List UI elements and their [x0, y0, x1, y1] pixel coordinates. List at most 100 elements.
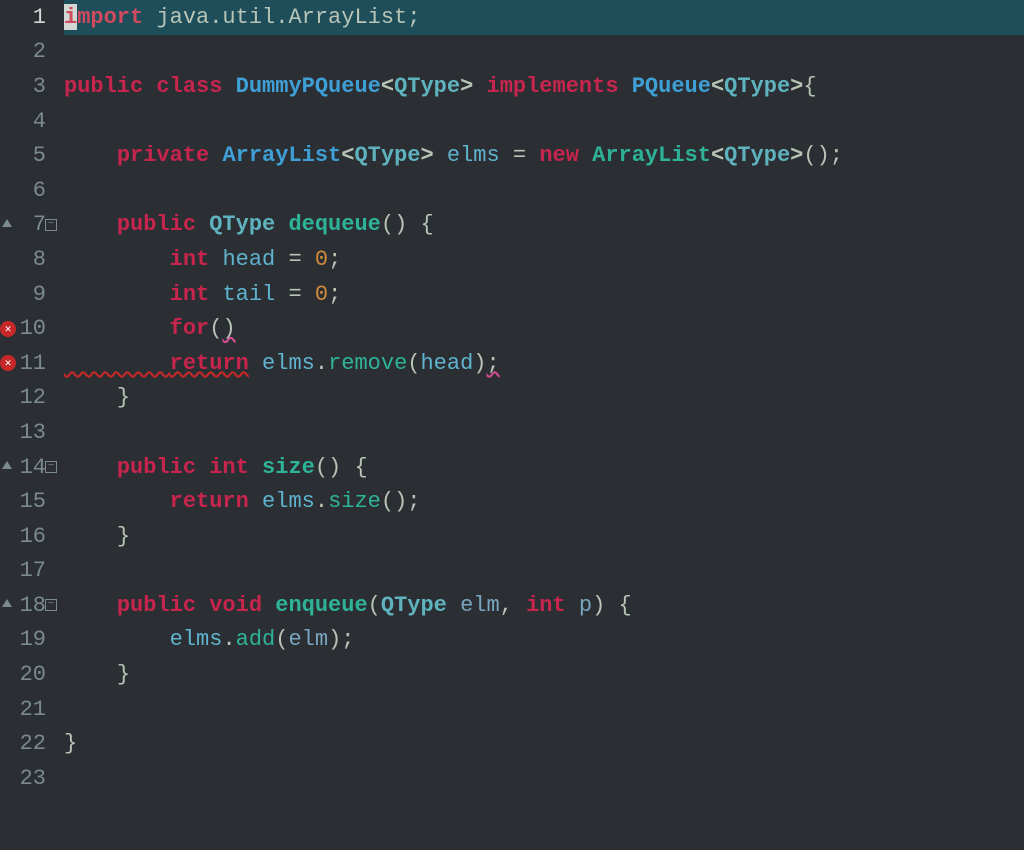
code-token: >	[790, 74, 803, 99]
code-token: ,	[500, 593, 526, 618]
code-line[interactable]: public void enqueue(QType elm, int p) {	[64, 588, 1024, 623]
code-line[interactable]: public int size() {	[64, 450, 1024, 485]
code-line[interactable]: }	[64, 726, 1024, 761]
code-token: private	[117, 143, 209, 168]
code-token	[579, 143, 592, 168]
code-area[interactable]: import java.util.ArrayList; public class …	[54, 0, 1024, 850]
code-token: <	[711, 143, 724, 168]
code-line[interactable]: int head = 0;	[64, 242, 1024, 277]
code-line[interactable]: int tail = 0;	[64, 277, 1024, 312]
code-token: ();	[803, 143, 843, 168]
code-token: elm	[288, 627, 328, 652]
code-token: QType	[381, 593, 447, 618]
code-token: elms	[170, 627, 223, 652]
code-token: QType	[209, 212, 275, 237]
line-number: 18−	[0, 588, 54, 623]
code-token	[275, 212, 288, 237]
code-line[interactable]: }	[64, 381, 1024, 416]
line-number: 6	[0, 173, 54, 208]
code-token: .	[315, 489, 328, 514]
code-token: new	[539, 143, 579, 168]
code-token: add	[236, 627, 276, 652]
code-line[interactable]	[64, 35, 1024, 70]
code-line[interactable]	[64, 173, 1024, 208]
code-token: int	[209, 455, 249, 480]
override-icon[interactable]	[2, 461, 12, 469]
code-line[interactable]: public QType dequeue() {	[64, 208, 1024, 243]
fold-icon[interactable]: −	[45, 599, 57, 611]
code-token	[249, 455, 262, 480]
code-token	[64, 385, 117, 410]
line-number: 15	[0, 484, 54, 519]
code-line[interactable]: for()	[64, 311, 1024, 346]
code-token: elms	[447, 143, 500, 168]
code-token: 0	[315, 247, 328, 272]
code-line[interactable]	[64, 554, 1024, 589]
code-line[interactable]	[64, 761, 1024, 796]
code-token: p	[579, 593, 592, 618]
code-line[interactable]	[64, 104, 1024, 139]
code-token: 0	[315, 282, 328, 307]
override-icon[interactable]	[2, 219, 12, 227]
code-token: implements	[487, 74, 619, 99]
code-token	[447, 593, 460, 618]
code-line[interactable]	[64, 415, 1024, 450]
code-token: >	[790, 143, 803, 168]
line-number: 16	[0, 519, 54, 554]
code-line[interactable]: }	[64, 657, 1024, 692]
code-token	[64, 593, 117, 618]
code-token: int	[526, 593, 566, 618]
code-token: public	[117, 455, 196, 480]
code-token: ();	[381, 489, 421, 514]
line-number: 11✕	[0, 346, 54, 381]
code-token: );	[328, 627, 354, 652]
code-token	[196, 212, 209, 237]
code-line[interactable]: import java.util.ArrayList;	[64, 0, 1024, 35]
line-number: 1	[0, 0, 54, 35]
code-line[interactable]: public class DummyPQueue<QType> implemen…	[64, 69, 1024, 104]
code-token: DummyPQueue	[236, 74, 381, 99]
code-token: return	[170, 489, 249, 514]
line-number: 5	[0, 138, 54, 173]
code-token: enqueue	[275, 593, 367, 618]
code-token: remove	[328, 351, 407, 376]
code-token: () {	[315, 455, 368, 480]
code-line[interactable]	[64, 692, 1024, 727]
code-token: (	[407, 351, 420, 376]
code-token: QType	[724, 143, 790, 168]
line-number: 13	[0, 415, 54, 450]
code-editor[interactable]: 1234567−8910✕11✕121314−15161718−19202122…	[0, 0, 1024, 850]
code-token: =	[500, 143, 540, 168]
code-token: size	[328, 489, 381, 514]
code-token: public	[117, 593, 196, 618]
code-token	[64, 662, 117, 687]
error-icon[interactable]: ✕	[0, 355, 16, 371]
line-number: 20	[0, 657, 54, 692]
code-token: ArrayList	[592, 143, 711, 168]
code-token: for	[170, 316, 210, 341]
code-token: dequeue	[288, 212, 380, 237]
code-token: ) {	[592, 593, 632, 618]
fold-icon[interactable]: −	[45, 219, 57, 231]
code-token: >	[460, 74, 473, 99]
code-token: ;	[328, 282, 341, 307]
code-token: import	[64, 5, 143, 30]
code-token: elm	[460, 593, 500, 618]
code-token: <	[341, 143, 354, 168]
code-token: head	[420, 351, 473, 376]
code-token: void	[209, 593, 262, 618]
code-line[interactable]: private ArrayList<QType> elms = new Arra…	[64, 138, 1024, 173]
error-icon[interactable]: ✕	[0, 321, 16, 337]
code-token	[64, 316, 170, 341]
fold-icon[interactable]: −	[45, 461, 57, 473]
code-line[interactable]: }	[64, 519, 1024, 554]
code-token	[262, 593, 275, 618]
code-line[interactable]: return elms.remove(head);	[64, 346, 1024, 381]
code-token	[209, 143, 222, 168]
override-icon[interactable]	[2, 599, 12, 607]
code-token	[196, 455, 209, 480]
code-token: java.util.ArrayList;	[143, 5, 420, 30]
code-token: return	[170, 351, 249, 376]
code-line[interactable]: elms.add(elm);	[64, 623, 1024, 658]
code-line[interactable]: return elms.size();	[64, 484, 1024, 519]
